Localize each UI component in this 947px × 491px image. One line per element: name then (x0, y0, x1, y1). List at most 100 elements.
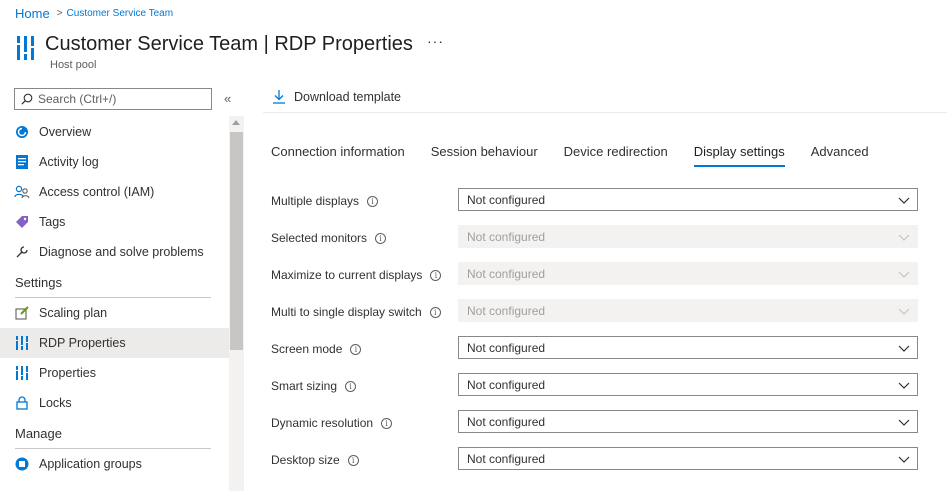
wrench-icon (14, 244, 30, 260)
dropdown-value: Not configured (467, 303, 546, 318)
more-options-button[interactable]: ··· (427, 33, 444, 49)
dynamic-resolution-label: Dynamic resolution (271, 416, 374, 430)
tab-list: Connection information Session behaviour… (271, 144, 895, 167)
tab-display-settings[interactable]: Display settings (693, 144, 785, 167)
breadcrumb-home-link[interactable]: Home (15, 6, 50, 21)
tag-icon (14, 214, 30, 230)
download-icon (273, 90, 285, 104)
sidebar-item-label: Scaling plan (39, 306, 108, 320)
sidebar-item-tags[interactable]: Tags (0, 207, 229, 237)
info-icon[interactable]: i (375, 232, 387, 244)
sidebar-item-scaling-plan[interactable]: Scaling plan (0, 298, 229, 328)
sidebar-section-settings: Settings (15, 274, 62, 290)
app-group-icon (14, 456, 30, 472)
host-pool-icon (17, 36, 34, 60)
info-icon[interactable]: i (345, 380, 357, 392)
dropdown-value: Not configured (467, 266, 546, 281)
selected-monitors-dropdown: Not configured (458, 225, 918, 248)
sidebar-item-label: Activity log (39, 155, 99, 169)
sidebar-item-overview[interactable]: Overview (0, 117, 229, 147)
chevron-right-icon: > (56, 8, 63, 19)
collapse-sidebar-button[interactable]: « (224, 91, 231, 106)
sidebar-item-label: RDP Properties (39, 336, 126, 350)
sidebar-item-label: Access control (IAM) (39, 185, 155, 199)
chevron-down-icon (898, 308, 910, 315)
display-settings-form: Multiple displays i Not configured Select… (271, 187, 947, 483)
search-placeholder: Search (Ctrl+/) (38, 92, 117, 106)
sidebar-section-manage: Manage (15, 425, 62, 441)
search-input[interactable]: Search (Ctrl+/) (14, 88, 212, 110)
dropdown-value: Not configured (467, 414, 546, 429)
info-icon[interactable]: i (367, 195, 379, 207)
search-icon (21, 93, 33, 105)
sidebar-item-diagnose[interactable]: Diagnose and solve problems (0, 237, 229, 267)
download-template-label: Download template (294, 90, 402, 104)
sidebar-item-properties[interactable]: Properties (0, 358, 229, 388)
form-row: Selected monitors i Not configured (271, 224, 947, 261)
chevron-down-icon (898, 234, 910, 241)
chevron-down-icon (898, 345, 910, 352)
chevron-down-icon (898, 197, 910, 204)
smart-sizing-dropdown[interactable]: Not configured (458, 373, 918, 396)
scroll-up-arrow-icon[interactable] (232, 120, 240, 125)
multi-to-single-display-switch-dropdown: Not configured (458, 299, 918, 322)
desktop-size-dropdown[interactable]: Not configured (458, 447, 918, 470)
people-icon (14, 184, 30, 200)
form-row: Maximize to current displays i Not config… (271, 261, 947, 298)
multiple-displays-dropdown[interactable]: Not configured (458, 188, 918, 211)
info-icon[interactable]: i (430, 269, 442, 281)
sidebar-item-application-groups[interactable]: Application groups (0, 449, 229, 479)
tab-session-behaviour[interactable]: Session behaviour (431, 144, 538, 167)
maximize-to-current-displays-label: Maximize to current displays (271, 268, 423, 282)
info-icon[interactable]: i (350, 343, 362, 355)
form-row: Multi to single display switch i Not conf… (271, 298, 947, 335)
form-row: Smart sizing i Not configured (271, 372, 947, 409)
maximize-to-current-displays-dropdown: Not configured (458, 262, 918, 285)
sidebar: Search (Ctrl+/) « Overview Activity log … (0, 86, 244, 491)
chevron-down-icon (898, 382, 910, 389)
tab-advanced[interactable]: Advanced (811, 144, 869, 167)
sidebar-nav: Overview Activity log Access control (IA… (0, 117, 229, 479)
sidebar-item-label: Tags (39, 215, 66, 229)
tab-device-redirection[interactable]: Device redirection (564, 144, 668, 167)
sidebar-item-access-control[interactable]: Access control (IAM) (0, 177, 229, 207)
sidebar-item-label: Overview (39, 125, 92, 139)
scrollbar-thumb[interactable] (230, 132, 243, 350)
dropdown-value: Not configured (467, 192, 546, 207)
host-pool-icon (14, 365, 30, 381)
download-template-button[interactable]: Download template (273, 90, 401, 104)
page-header: Customer Service Team | RDP Properties H… (15, 31, 413, 71)
breadcrumb: Home > Customer Service Team (15, 6, 173, 21)
form-row: Dynamic resolution i Not configured (271, 409, 947, 446)
multi-to-single-display-switch-label: Multi to single display switch (271, 305, 422, 319)
host-pool-icon (14, 335, 30, 351)
dropdown-value: Not configured (467, 377, 546, 392)
form-row: Desktop size i Not configured (271, 446, 947, 483)
info-icon[interactable]: i (381, 417, 393, 429)
chevron-down-icon (898, 419, 910, 426)
sidebar-item-rdp-properties[interactable]: RDP Properties (0, 328, 229, 358)
sidebar-item-label: Application groups (39, 457, 142, 471)
info-icon[interactable]: i (347, 454, 359, 466)
page-subtitle: Host pool (50, 59, 97, 71)
screen-mode-dropdown[interactable]: Not configured (458, 336, 918, 359)
form-row: Screen mode i Not configured (271, 335, 947, 372)
chevron-down-icon (898, 456, 910, 463)
sidebar-item-label: Diagnose and solve problems (39, 245, 204, 259)
sidebar-item-activity-log[interactable]: Activity log (0, 147, 229, 177)
sidebar-scrollbar[interactable] (229, 116, 244, 491)
lock-icon (14, 395, 30, 411)
form-row: Multiple displays i Not configured (271, 187, 947, 224)
chevron-down-icon (898, 271, 910, 278)
sidebar-item-locks[interactable]: Locks (0, 388, 229, 418)
activity-log-icon (14, 154, 30, 170)
tab-connection-information[interactable]: Connection information (271, 144, 405, 167)
dropdown-value: Not configured (467, 340, 546, 355)
dynamic-resolution-dropdown[interactable]: Not configured (458, 410, 918, 433)
info-icon[interactable]: i (429, 306, 441, 318)
selected-monitors-label: Selected monitors (271, 231, 368, 245)
breadcrumb-current-link[interactable]: Customer Service Team (67, 8, 174, 19)
desktop-size-label: Desktop size (271, 453, 340, 467)
smart-sizing-label: Smart sizing (271, 379, 338, 393)
edit-icon (14, 305, 30, 321)
